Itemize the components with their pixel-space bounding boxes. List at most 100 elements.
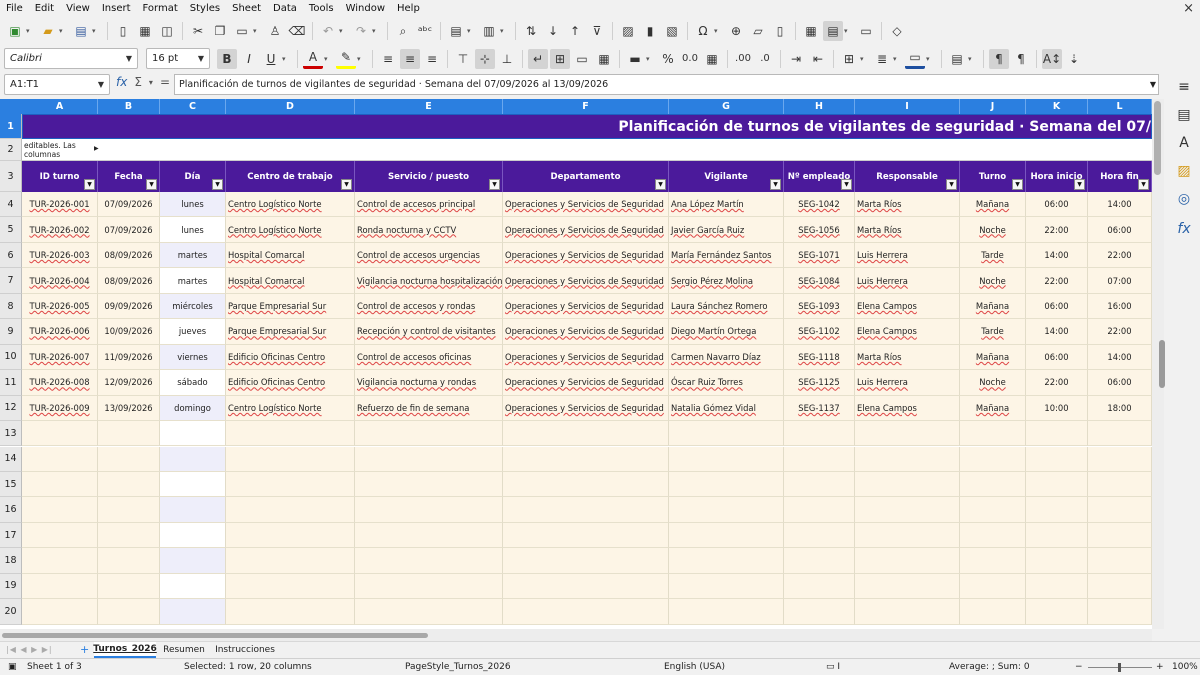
table-cell[interactable]: Operaciones y Servicios de Seguridad <box>503 242 669 269</box>
table-cell[interactable]: TUR-2026-006 <box>22 319 98 345</box>
underline-dropdown-icon[interactable]: ▾ <box>282 55 290 63</box>
add-sheet-icon[interactable]: + <box>80 643 89 656</box>
print-preview-icon[interactable]: ◫ <box>157 21 177 41</box>
menu-item-window[interactable]: Window <box>346 3 385 14</box>
row-header[interactable]: 7 <box>0 268 22 294</box>
column-header-d[interactable]: D <box>226 99 355 114</box>
table-cell[interactable] <box>960 522 1026 549</box>
sort-ascending-icon[interactable]: ↓ <box>543 21 563 41</box>
autofilter-dropdown-icon[interactable]: ▼ <box>841 179 852 190</box>
table-cell[interactable] <box>503 522 669 549</box>
table-cell[interactable] <box>355 497 503 523</box>
borders-icon[interactable]: ⊞ <box>839 49 859 69</box>
autofilter-icon[interactable]: ⊽ <box>587 21 607 41</box>
table-cell[interactable] <box>160 548 226 574</box>
menu-item-tools[interactable]: Tools <box>309 3 334 14</box>
autofilter-dropdown-icon[interactable]: ▼ <box>1138 179 1149 190</box>
autofilter-dropdown-icon[interactable]: ▼ <box>146 179 157 190</box>
spreadsheet-grid[interactable]: ABCDEFGHIJKL 1 2 3 4 5 6 7 8 9 10 11 12 13 14 15 16 17 18… <box>0 99 1152 629</box>
table-cell[interactable]: 18:00 <box>1088 395 1152 422</box>
vertical-text-icon[interactable]: ⇣ <box>1064 49 1084 69</box>
table-cell[interactable]: Control de accesos principal <box>355 192 503 218</box>
row-header[interactable]: 1 <box>0 114 22 139</box>
export-pdf-icon[interactable]: ▯ <box>113 21 133 41</box>
function-wizard-icon[interactable]: fx <box>116 75 127 89</box>
table-cell[interactable]: Control de accesos urgencias <box>355 242 503 269</box>
table-cell[interactable] <box>22 573 98 600</box>
column-title[interactable]: Día ▼ <box>160 161 226 192</box>
border-style-icon[interactable]: ≣ <box>872 49 892 69</box>
table-cell[interactable]: Operaciones y Servicios de Seguridad <box>503 192 669 218</box>
table-cell[interactable] <box>98 522 160 549</box>
save-icon[interactable]: ▤ <box>71 21 91 41</box>
row-header[interactable]: 12 <box>0 395 22 422</box>
row-header[interactable]: 3 <box>0 161 22 192</box>
table-cell[interactable] <box>960 471 1026 498</box>
font-name-box[interactable]: Calibri ▼ <box>4 48 138 69</box>
highlight-dropdown-icon[interactable]: ▾ <box>357 55 365 63</box>
table-cell[interactable] <box>22 421 98 447</box>
table-cell[interactable]: Natalia Gómez Vidal <box>669 395 784 422</box>
navigator-icon[interactable]: ◎ <box>1173 188 1195 210</box>
table-cell[interactable]: 07/09/2026 <box>98 192 160 218</box>
freeze-dropdown-icon[interactable]: ▾ <box>844 27 852 35</box>
table-cell[interactable]: Laura Sánchez Romero <box>669 293 784 320</box>
table-cell[interactable] <box>226 497 355 523</box>
table-cell[interactable] <box>1088 471 1152 498</box>
chevron-down-icon[interactable]: ▼ <box>198 54 204 63</box>
table-cell[interactable] <box>1088 497 1152 523</box>
table-cell[interactable]: 22:00 <box>1026 268 1088 294</box>
date-format-icon[interactable]: ▦ <box>702 49 722 69</box>
table-cell[interactable]: TUR-2026-003 <box>22 242 98 269</box>
table-cell[interactable]: miércoles <box>160 293 226 320</box>
table-cell[interactable]: 08/09/2026 <box>98 268 160 294</box>
table-cell[interactable]: Noche <box>960 217 1026 243</box>
table-cell[interactable]: Control de accesos y rondas <box>355 293 503 320</box>
table-cell[interactable] <box>855 446 960 472</box>
menu-item-data[interactable]: Data <box>273 3 297 14</box>
chevron-down-icon[interactable]: ▼ <box>98 80 104 89</box>
table-cell[interactable]: María Fernández Santos <box>669 242 784 269</box>
table-cell[interactable]: TUR-2026-001 <box>22 192 98 218</box>
vertical-scroll-thumb[interactable] <box>1154 101 1161 175</box>
properties-icon[interactable]: ▤ <box>1173 104 1195 126</box>
table-cell[interactable]: Operaciones y Servicios de Seguridad <box>503 395 669 422</box>
table-cell[interactable]: Óscar Ruiz Torres <box>669 370 784 396</box>
font-color-icon[interactable]: A <box>303 49 323 69</box>
table-cell[interactable]: domingo <box>160 395 226 422</box>
table-cell[interactable]: 14:00 <box>1026 319 1088 345</box>
column-dropdown-icon[interactable]: ▾ <box>500 27 508 35</box>
column-title[interactable]: Turno ▼ <box>960 161 1026 192</box>
insert-image-icon[interactable]: ▨ <box>618 21 638 41</box>
table-cell[interactable] <box>784 421 855 447</box>
table-cell[interactable] <box>355 522 503 549</box>
sort-icon[interactable]: ⇅ <box>521 21 541 41</box>
styles-icon[interactable]: A <box>1173 132 1195 154</box>
table-cell[interactable]: Operaciones y Servicios de Seguridad <box>503 217 669 243</box>
table-cell[interactable] <box>1088 599 1152 625</box>
table-cell[interactable]: Carmen Navarro Díaz <box>669 344 784 371</box>
formula-icon[interactable]: = <box>160 75 170 89</box>
zoom-level[interactable]: 100% <box>1172 662 1198 672</box>
table-cell[interactable]: SEG-1084 <box>784 268 855 294</box>
paste-icon[interactable]: ▭ <box>232 21 252 41</box>
table-cell[interactable]: Mañana <box>960 192 1026 218</box>
table-cell[interactable]: Centro Logístico Norte <box>226 395 355 422</box>
table-cell[interactable]: Luis Herrera <box>855 268 960 294</box>
table-cell[interactable]: martes <box>160 268 226 294</box>
table-cell[interactable]: 06:00 <box>1026 293 1088 320</box>
table-cell[interactable]: Elena Campos <box>855 395 960 422</box>
table-cell[interactable]: 06:00 <box>1088 370 1152 396</box>
row-header[interactable]: 15 <box>0 471 22 498</box>
table-cell[interactable] <box>669 522 784 549</box>
table-cell[interactable]: Marta Ríos <box>855 217 960 243</box>
table-cell[interactable]: Noche <box>960 370 1026 396</box>
sort-descending-icon[interactable]: ↑ <box>565 21 585 41</box>
table-cell[interactable]: Centro Logístico Norte <box>226 217 355 243</box>
table-cell[interactable] <box>226 548 355 574</box>
column-header-j[interactable]: J <box>960 99 1026 114</box>
table-cell[interactable]: SEG-1093 <box>784 293 855 320</box>
table-cell[interactable] <box>960 599 1026 625</box>
table-cell[interactable] <box>784 573 855 600</box>
column-title[interactable]: Departamento ▼ <box>503 161 669 192</box>
